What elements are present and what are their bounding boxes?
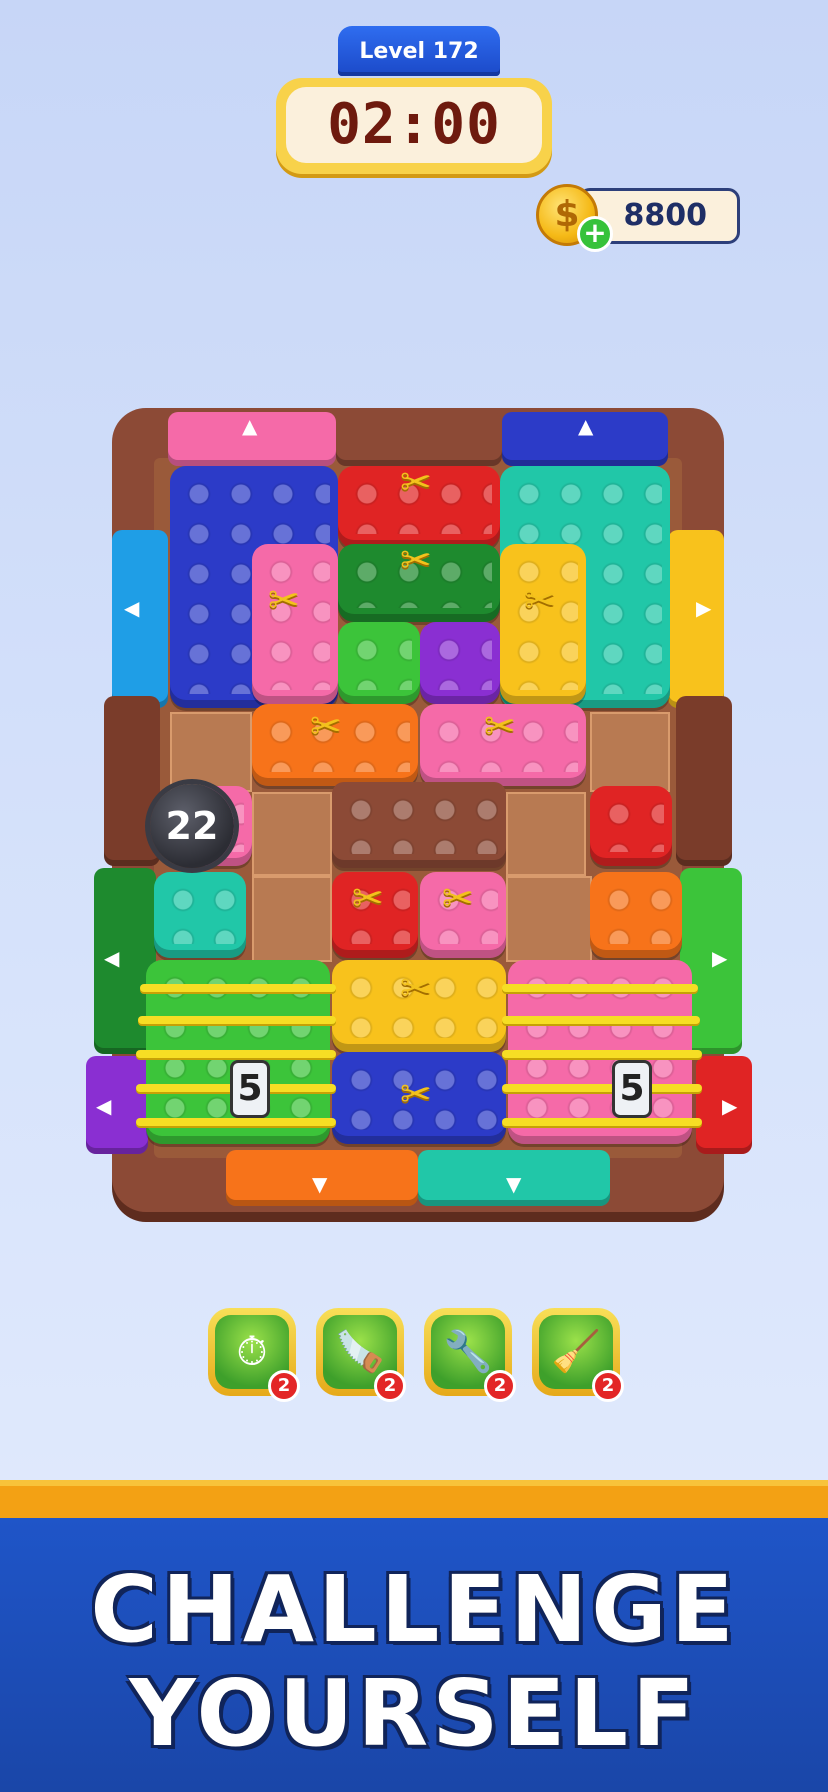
scissors-icon: ✂ bbox=[400, 538, 432, 582]
booster-count-badge: 2 bbox=[268, 1370, 300, 1402]
block-purple[interactable] bbox=[420, 622, 500, 704]
scissors-icon: ✂ bbox=[484, 704, 516, 748]
arrow-left-icon: ◀ bbox=[96, 1094, 112, 1118]
empty-cell bbox=[252, 876, 332, 962]
rope-lock-counter: 5 bbox=[612, 1060, 652, 1118]
arrow-down-icon: ▼ bbox=[506, 1172, 522, 1196]
gate-right-brown bbox=[676, 696, 732, 866]
rope bbox=[502, 1084, 702, 1092]
gate-top-brown bbox=[336, 412, 502, 466]
timer: 02:00 bbox=[276, 78, 552, 174]
empty-cell bbox=[506, 792, 586, 876]
block-yellow-tall[interactable] bbox=[500, 544, 586, 704]
scissors-icon: ✂ bbox=[524, 578, 556, 622]
rope-lock-counter: 5 bbox=[230, 1060, 270, 1118]
scissors-icon: ✂ bbox=[310, 704, 342, 748]
gate-left-blue bbox=[112, 530, 168, 708]
booster-count-badge: 2 bbox=[374, 1370, 406, 1402]
rope bbox=[502, 1016, 700, 1024]
rope bbox=[502, 1050, 702, 1058]
empty-cell bbox=[170, 712, 252, 792]
rope bbox=[138, 1016, 336, 1024]
block-red-small[interactable] bbox=[590, 786, 672, 866]
booster-count-badge: 2 bbox=[484, 1370, 516, 1402]
arrow-right-icon: ▶ bbox=[696, 596, 712, 620]
arrow-right-icon: ▶ bbox=[722, 1094, 738, 1118]
scissors-icon: ✂ bbox=[400, 966, 432, 1010]
arrow-left-icon: ◀ bbox=[104, 946, 120, 970]
scissors-icon: ✂ bbox=[352, 876, 384, 920]
rope bbox=[502, 1118, 702, 1126]
arrow-right-icon: ▶ bbox=[712, 946, 728, 970]
rope bbox=[502, 984, 698, 992]
add-coins-button[interactable]: + bbox=[577, 216, 613, 252]
block-teal-small[interactable] bbox=[154, 872, 246, 958]
empty-cell bbox=[590, 712, 670, 792]
arrow-left-icon: ◀ bbox=[124, 596, 140, 620]
booster-count-badge: 2 bbox=[592, 1370, 624, 1402]
wood-obstacle bbox=[332, 782, 506, 868]
scissors-icon: ✂ bbox=[268, 578, 300, 622]
rope bbox=[136, 1050, 336, 1058]
block-orange-small[interactable] bbox=[590, 872, 682, 958]
arrow-down-icon: ▼ bbox=[312, 1172, 328, 1196]
arrow-up-icon: ▲ bbox=[242, 414, 258, 438]
scissors-icon: ✂ bbox=[442, 876, 474, 920]
level-label: Level 172 bbox=[338, 26, 500, 76]
block-green[interactable] bbox=[338, 622, 420, 704]
banner-line-2: YOURSELF bbox=[129, 1660, 699, 1767]
empty-cell bbox=[506, 876, 592, 962]
promo-banner: CHALLENGE YOURSELF bbox=[0, 1518, 828, 1792]
scissors-icon: ✂ bbox=[400, 460, 432, 504]
rope bbox=[140, 984, 336, 992]
timer-value: 02:00 bbox=[286, 87, 542, 163]
rope bbox=[136, 1118, 336, 1126]
arrow-up-icon: ▲ bbox=[578, 414, 594, 438]
bomb-counter: 22 bbox=[150, 784, 234, 868]
block-pink-tall[interactable] bbox=[252, 544, 338, 704]
empty-cell bbox=[252, 792, 332, 876]
scissors-icon: ✂ bbox=[400, 1072, 432, 1116]
banner-line-1: CHALLENGE bbox=[90, 1556, 738, 1663]
